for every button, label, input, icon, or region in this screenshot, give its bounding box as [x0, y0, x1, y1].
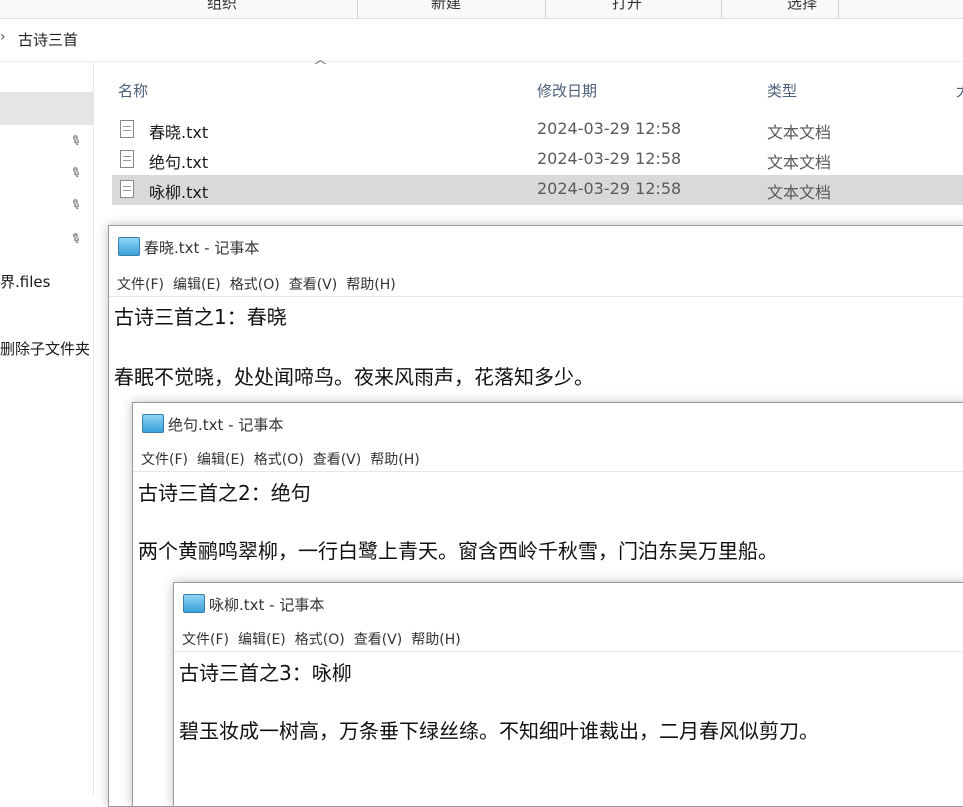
menu-edit[interactable]: 编辑(E): [173, 277, 221, 293]
column-header-date[interactable]: 修改日期: [537, 80, 597, 101]
menu-bar: 文件(F) 编辑(E) 格式(O) 查看(V) 帮助(H): [141, 449, 429, 469]
ribbon-separator: [357, 0, 358, 18]
pin-icon: ✎: [66, 164, 84, 183]
file-date: 2024-03-29 12:58: [537, 119, 682, 138]
ribbon-separator: [721, 0, 722, 18]
menu-help[interactable]: 帮助(H): [411, 632, 460, 648]
nav-item-files-folder[interactable]: 界.files: [0, 271, 50, 292]
menu-view[interactable]: 查看(V): [289, 277, 338, 293]
menu-view[interactable]: 查看(V): [313, 452, 362, 468]
new-button[interactable]: 新建: [431, 0, 461, 12]
menu-help[interactable]: 帮助(H): [370, 452, 419, 468]
file-date: 2024-03-29 12:58: [537, 149, 682, 168]
text-line-title[interactable]: 古诗三首之1：春晓: [114, 301, 287, 330]
menu-edit[interactable]: 编辑(E): [238, 632, 286, 648]
file-type: 文本文档: [767, 153, 832, 172]
menu-file[interactable]: 文件(F): [141, 452, 188, 468]
notepad-window-yongliu[interactable]: 咏柳.txt - 记事本 文件(F) 编辑(E) 格式(O) 查看(V) 帮助(H) 古…: [173, 582, 963, 807]
window-title: 绝句.txt - 记事本: [168, 416, 284, 434]
select-button[interactable]: 选择: [787, 0, 817, 12]
file-row-chunxiao[interactable]: 春晓.txt 2024-03-29 12:58 文本文档: [112, 115, 963, 145]
pin-icon: ✎: [66, 196, 84, 215]
text-line-poem[interactable]: 两个黄鹂鸣翠柳，一行白鹭上青天。窗含西岭千秋雪，门泊东吴万里船。: [138, 535, 778, 564]
menu-edit[interactable]: 编辑(E): [197, 452, 245, 468]
column-header-size[interactable]: 大: [956, 80, 963, 101]
notepad-icon: [118, 237, 140, 256]
pin-icon: ✎: [66, 132, 84, 151]
menu-divider: [133, 471, 963, 472]
menu-file[interactable]: 文件(F): [117, 277, 164, 293]
ribbon-separator: [838, 0, 839, 18]
pin-icon: ✎: [66, 230, 84, 249]
menu-file[interactable]: 文件(F): [182, 632, 229, 648]
text-line-title[interactable]: 古诗三首之3：咏柳: [179, 657, 352, 686]
address-bar[interactable]: › 古诗三首: [0, 19, 963, 62]
file-row-jueju[interactable]: 绝句.txt 2024-03-29 12:58 文本文档: [112, 145, 963, 175]
chevron-right-icon[interactable]: ›: [0, 29, 6, 45]
menu-view[interactable]: 查看(V): [354, 632, 403, 648]
file-list: ^ 名称 修改日期 类型 大 春晓.txt 2024-03-29 12:58 文…: [94, 59, 963, 212]
file-type: 文本文档: [767, 183, 832, 202]
column-header-name[interactable]: 名称: [118, 80, 148, 101]
menu-format[interactable]: 格式(O): [254, 452, 304, 468]
text-file-icon: [120, 180, 134, 198]
menu-divider: [174, 651, 963, 652]
window-title: 春晓.txt - 记事本: [144, 239, 260, 257]
text-line-poem[interactable]: 春眠不觉晓，处处闻啼鸟。夜来风雨声，花落知多少。: [114, 361, 594, 390]
breadcrumb[interactable]: 古诗三首: [18, 29, 78, 50]
text-line-poem[interactable]: 碧玉妆成一树高，万条垂下绿丝绦。不知细叶谁裁出，二月春风似剪刀。: [179, 715, 819, 744]
organize-button[interactable]: 组织: [207, 0, 237, 12]
text-line-title[interactable]: 古诗三首之2：绝句: [138, 477, 311, 506]
window-title: 咏柳.txt - 记事本: [209, 596, 325, 614]
nav-item-selected[interactable]: [0, 92, 93, 125]
ribbon-separator: [545, 0, 546, 18]
navigation-pane: ✎ ✎ ✎ ✎ 界.files 删除子文件夹: [0, 62, 94, 795]
file-name: 春晓.txt: [149, 123, 209, 142]
file-type: 文本文档: [767, 123, 832, 142]
open-button[interactable]: 打开: [612, 0, 642, 12]
menu-help[interactable]: 帮助(H): [346, 277, 395, 293]
text-file-icon: [120, 120, 134, 138]
file-date: 2024-03-29 12:58: [537, 179, 682, 198]
sort-ascending-icon: ^: [312, 59, 329, 74]
menu-format[interactable]: 格式(O): [295, 632, 345, 648]
menu-bar: 文件(F) 编辑(E) 格式(O) 查看(V) 帮助(H): [182, 629, 470, 649]
file-name: 咏柳.txt: [149, 183, 209, 202]
column-header-type[interactable]: 类型: [767, 80, 797, 101]
ribbon-toolbar: 组织 新建 打开 选择: [0, 0, 963, 19]
menu-divider: [109, 296, 963, 297]
notepad-icon: [183, 594, 205, 613]
file-row-yongliu[interactable]: 咏柳.txt 2024-03-29 12:58 文本文档: [112, 175, 963, 205]
menu-bar: 文件(F) 编辑(E) 格式(O) 查看(V) 帮助(H): [117, 274, 405, 294]
menu-format[interactable]: 格式(O): [230, 277, 280, 293]
nav-item-delete-subfolder[interactable]: 删除子文件夹: [0, 338, 90, 359]
notepad-icon: [142, 414, 164, 433]
file-name: 绝句.txt: [149, 153, 209, 172]
text-file-icon: [120, 150, 134, 168]
